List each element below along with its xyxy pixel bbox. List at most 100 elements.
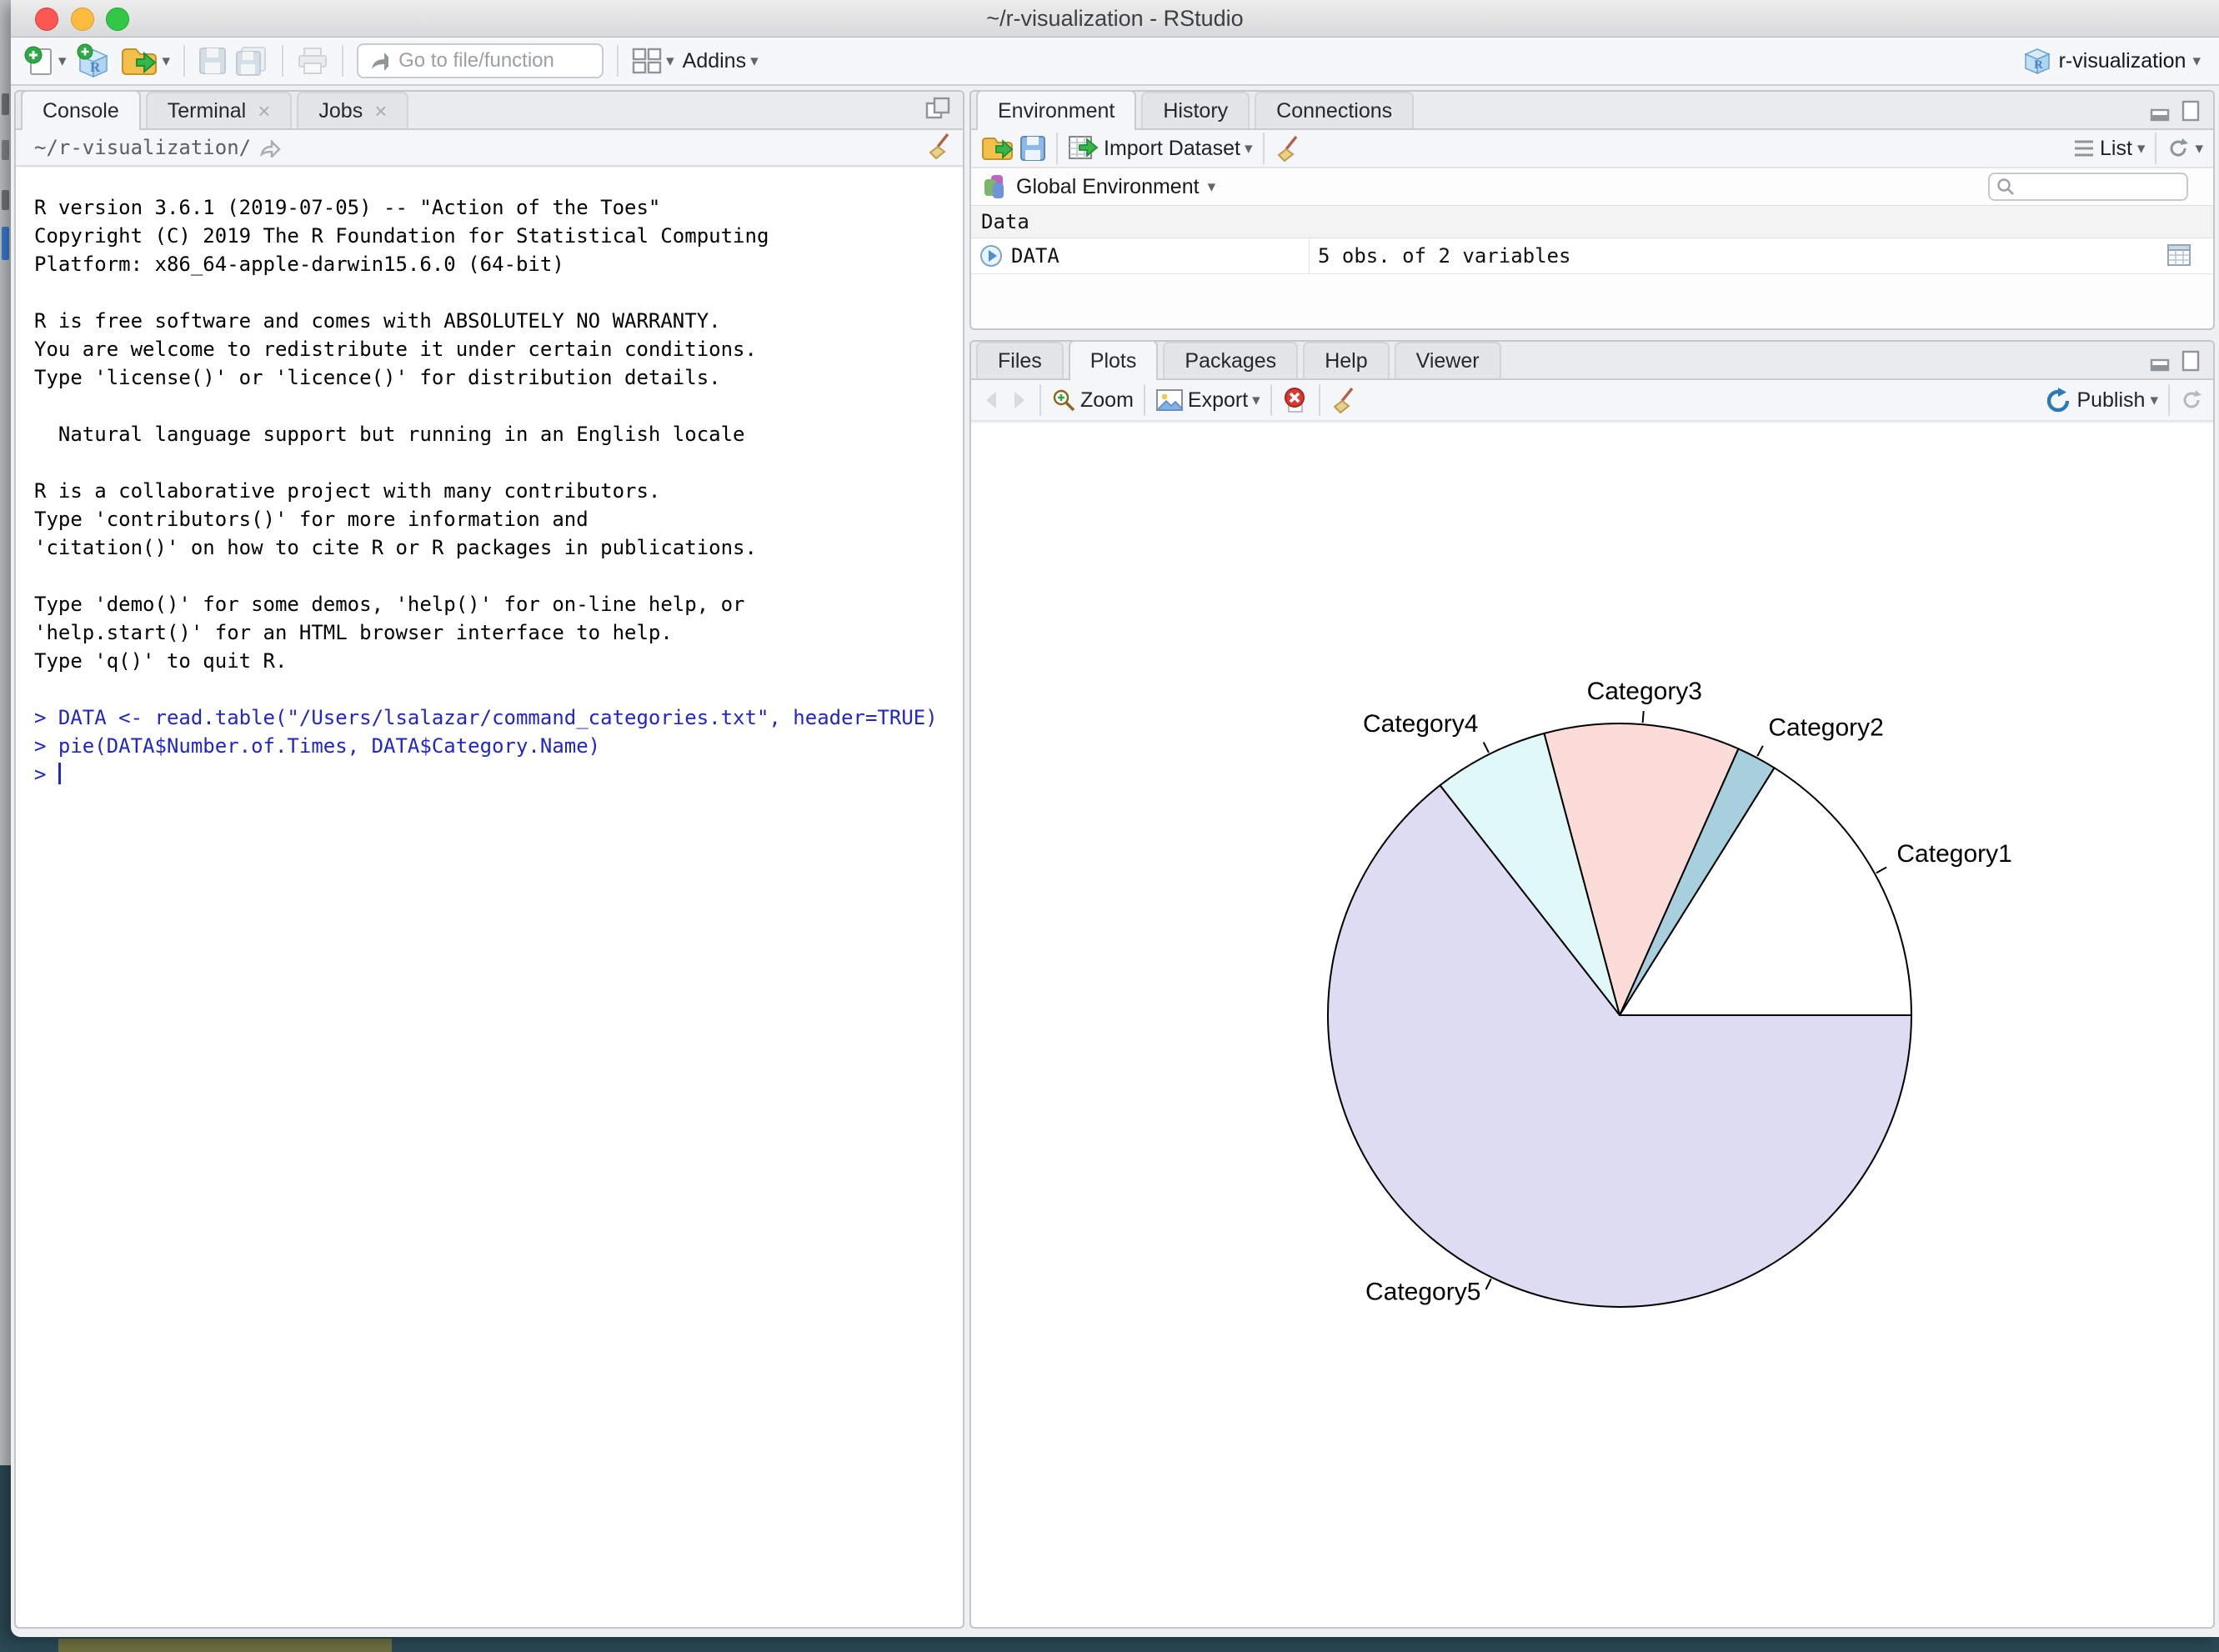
previous-plot-button[interactable] (981, 389, 1003, 411)
printer-icon (297, 47, 328, 75)
save-button[interactable] (198, 47, 227, 75)
goto-arrow-icon (368, 49, 388, 73)
global-environment-icon (981, 173, 1008, 201)
remove-plot-button[interactable] (1282, 387, 1309, 413)
next-plot-button[interactable] (1008, 389, 1029, 411)
broom-icon (1330, 386, 1357, 414)
export-plot-button[interactable]: Export ▾ (1155, 388, 1260, 413)
maximize-pane-icon[interactable] (2180, 350, 2201, 372)
chevron-down-icon: ▾ (1208, 179, 1216, 195)
screen: { "window": { "title": "~/r-visualizatio… (0, 0, 2219, 1652)
environment-search-box[interactable] (1988, 173, 2188, 201)
save-icon (198, 47, 227, 75)
r-project-cube-icon: R (2022, 46, 2052, 76)
maximize-pane-icon[interactable] (924, 95, 951, 122)
console-cursor (58, 763, 61, 784)
close-icon[interactable]: × (258, 100, 270, 122)
print-button[interactable] (297, 47, 328, 75)
project-name-label: r-visualization (2059, 49, 2186, 73)
toolbar-divider (2155, 133, 2156, 164)
pie-label-tick-Category5 (1486, 1279, 1491, 1289)
addins-button[interactable]: Addins ▾ (683, 49, 759, 73)
toolbar-divider (1144, 384, 1145, 416)
tab-jobs[interactable]: Jobs × (297, 92, 408, 128)
environment-scope-row[interactable]: Global Environment ▾ (971, 168, 2213, 205)
column-divider (1309, 238, 1310, 273)
goto-file-function-box[interactable] (357, 43, 604, 78)
minimize-pane-icon[interactable] (2150, 350, 2171, 372)
console-output-line: 'citation()' on how to cite R or R packa… (34, 533, 963, 562)
broom-icon (1275, 134, 1301, 163)
workspace-panes-button[interactable]: ▾ (632, 48, 674, 74)
clear-environment-button[interactable] (1275, 134, 1301, 163)
refresh-icon[interactable] (2180, 388, 2203, 412)
tab-label: Viewer (1416, 349, 1480, 373)
toolbar-divider (342, 45, 343, 77)
desktop-bottom-bar-segment (58, 1639, 392, 1652)
tab-environment[interactable]: Environment (976, 90, 1136, 130)
chevron-down-icon: ▾ (2192, 53, 2201, 69)
zoom-magnifier-icon (1051, 388, 1076, 413)
console-input-line: > pie(DATA$Number.of.Times, DATA$Categor… (34, 732, 963, 760)
tab-packages[interactable]: Packages (1163, 342, 1298, 378)
background-selected-fragment (2, 227, 9, 260)
environment-toolbar: Import Dataset ▾ List ▾ ▾ (971, 130, 2213, 168)
console-output-area[interactable]: R version 3.6.1 (2019-07-05) -- "Action … (16, 168, 963, 1627)
save-workspace-button[interactable] (1019, 135, 1046, 162)
publish-icon (2045, 388, 2071, 413)
refresh-icon[interactable] (2166, 137, 2190, 160)
pie-label-tick-Category2 (1757, 746, 1763, 756)
list-view-label[interactable]: List (2100, 137, 2132, 161)
expand-object-play-icon[interactable] (979, 244, 1003, 268)
environment-search-input[interactable] (2020, 175, 2173, 198)
project-selector[interactable]: R r-visualization ▾ (2022, 46, 2206, 76)
load-workspace-button[interactable] (981, 134, 1014, 163)
forward-arrow-icon (1008, 389, 1029, 411)
clear-console-broom-icon[interactable] (926, 132, 953, 160)
publish-label[interactable]: Publish (2076, 388, 2145, 413)
console-output-line: Type 'q()' to quit R. (34, 647, 963, 675)
goto-directory-icon[interactable] (259, 138, 283, 158)
pie-label-Category2: Category2 (1768, 714, 1883, 742)
tab-terminal[interactable]: Terminal × (146, 92, 293, 128)
tab-console[interactable]: Console (21, 90, 141, 130)
console-output-line: R is a collaborative project with many c… (34, 477, 963, 505)
save-all-button[interactable] (235, 46, 268, 76)
pie-label-Category5: Category5 (1365, 1279, 1480, 1306)
new-file-button[interactable]: ▾ (24, 44, 67, 78)
tab-files[interactable]: Files (976, 342, 1064, 378)
tab-label: Help (1325, 349, 1367, 373)
addins-label: Addins (683, 49, 746, 73)
data-table-icon (2166, 243, 2191, 267)
maximize-pane-icon[interactable] (2180, 100, 2201, 122)
toolbar-divider (1056, 133, 1058, 164)
clear-all-plots-button[interactable] (1330, 386, 1357, 414)
chevron-down-icon: ▾ (2150, 393, 2158, 408)
tab-plots[interactable]: Plots (1069, 340, 1159, 380)
new-project-button[interactable]: R (75, 43, 112, 78)
view-data-table-button[interactable] (2166, 243, 2191, 271)
console-output-line: Type 'demo()' for some demos, 'help()' f… (34, 590, 963, 618)
goto-file-function-input[interactable] (397, 48, 592, 73)
import-dataset-label: Import Dataset (1104, 137, 1240, 161)
open-folder-icon (120, 45, 158, 77)
background-fragment (2, 190, 9, 210)
titlebar: ~/r-visualization - RStudio (11, 0, 2219, 38)
minimize-pane-icon[interactable] (2150, 100, 2171, 122)
tab-connections[interactable]: Connections (1255, 92, 1414, 128)
console-output-line: Platform: x86_64-apple-darwin15.6.0 (64-… (34, 250, 963, 278)
tab-label: Environment (998, 99, 1115, 123)
close-icon[interactable]: × (374, 100, 387, 122)
import-dataset-button[interactable]: Import Dataset ▾ (1068, 135, 1253, 162)
toolbar-divider (282, 45, 283, 77)
plot-display-area: Category1Category2Category3Category4Cate… (971, 423, 2213, 1627)
open-file-button[interactable]: ▾ (120, 45, 171, 77)
tab-viewer[interactable]: Viewer (1395, 342, 1501, 378)
zoom-label: Zoom (1080, 388, 1134, 413)
svg-text:R: R (90, 59, 101, 75)
environment-object-row[interactable]: DATA 5 obs. of 2 variables (971, 238, 2213, 274)
tab-help[interactable]: Help (1303, 342, 1389, 378)
panes-grid-icon (632, 48, 662, 74)
tab-history[interactable]: History (1141, 92, 1250, 128)
zoom-plot-button[interactable]: Zoom (1051, 388, 1134, 413)
